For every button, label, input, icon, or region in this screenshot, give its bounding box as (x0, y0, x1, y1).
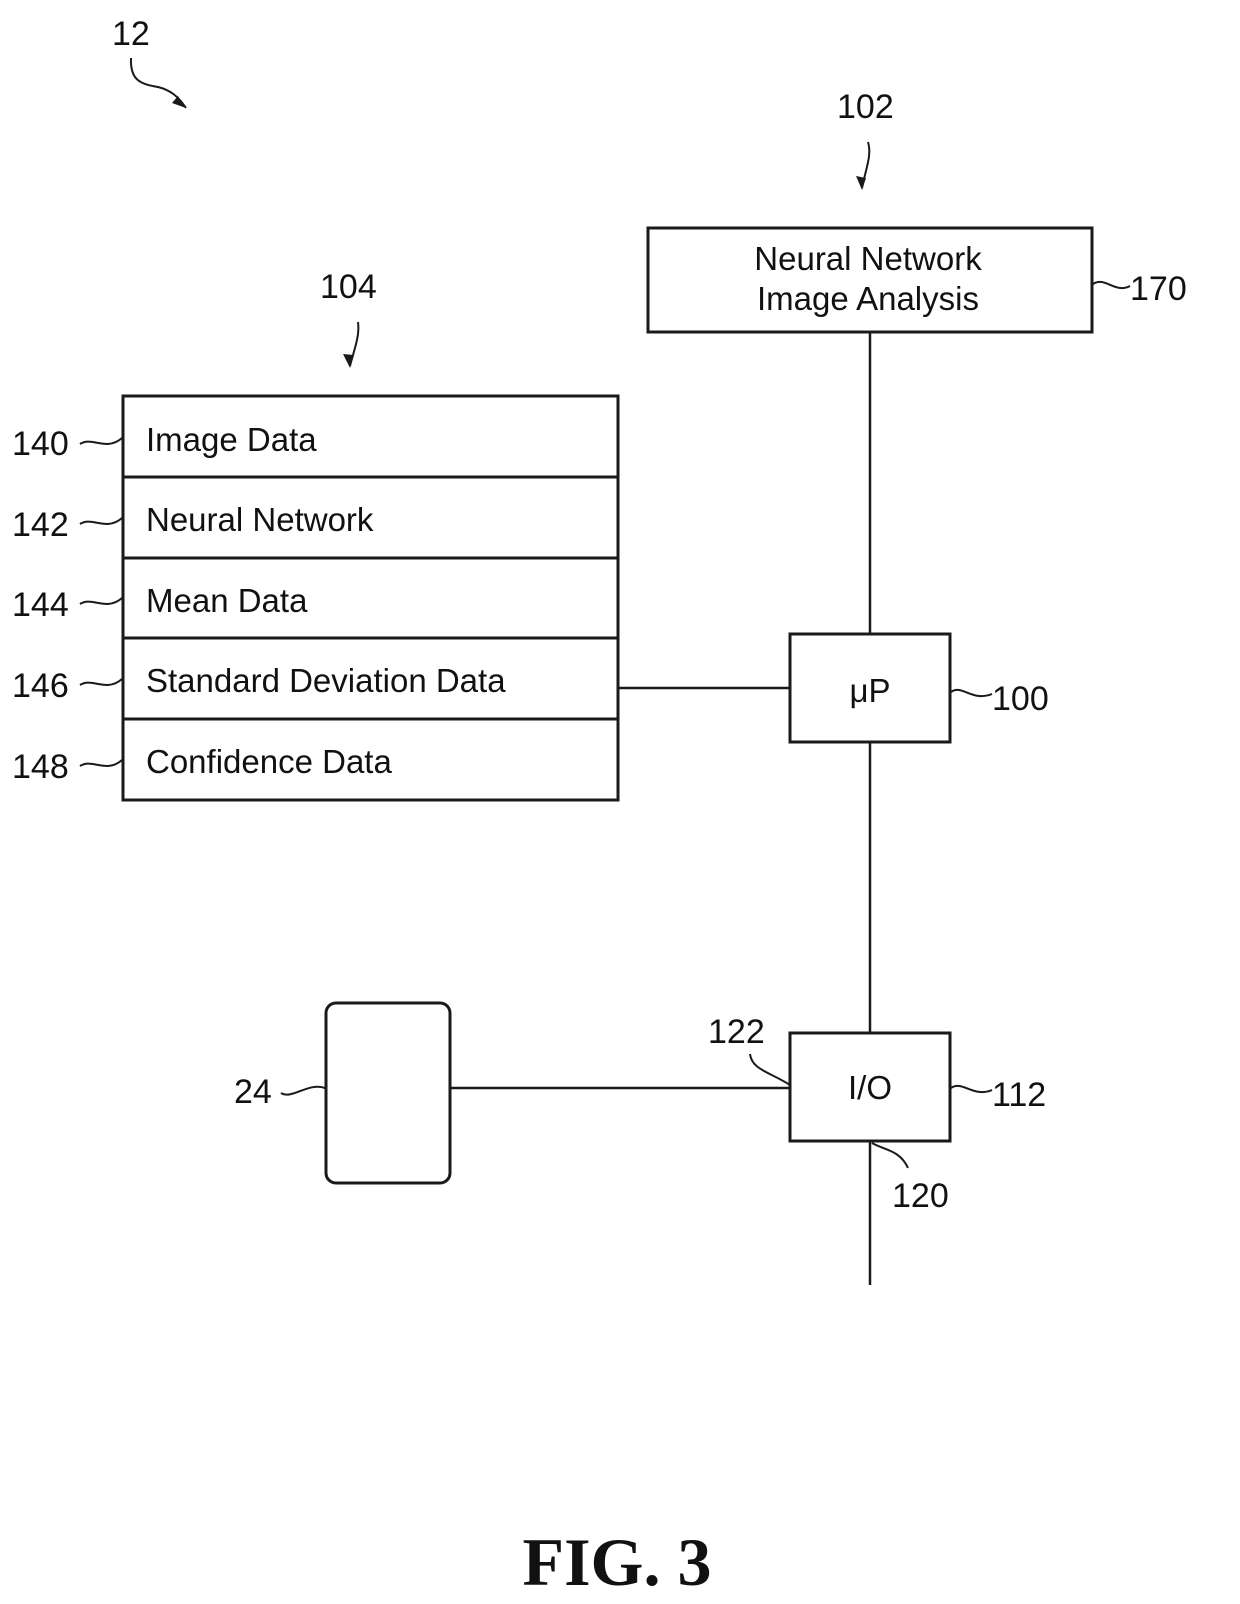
leader-142-icon (79, 517, 123, 525)
device-box (324, 1001, 452, 1185)
leader-144-icon (79, 597, 123, 605)
device-leader-icon (280, 1085, 326, 1096)
nn-module-ref-label: 102 (837, 88, 894, 126)
memory-row-ref-142: 142 (12, 506, 69, 544)
nn-box-title-line2: Image Analysis (757, 280, 979, 317)
processor-label: μP (849, 672, 890, 709)
nn-module-ref-arrowhead-icon (856, 176, 866, 190)
memory-row-ref-148: 148 (12, 748, 69, 786)
memory-row-mean-data: Mean Data (146, 582, 308, 619)
nn-box-leader-icon (1092, 281, 1131, 289)
memory-row-neural-network: Neural Network (146, 501, 374, 538)
memory-row-image-data: Image Data (146, 421, 317, 458)
processor-ref-label: 100 (992, 680, 1049, 718)
io-ref-label: 112 (992, 1076, 1046, 1114)
nn-image-analysis-box: Neural Network Image Analysis (646, 226, 1094, 334)
system-ref-arrowhead-icon (172, 96, 186, 108)
leader-140-icon (79, 437, 123, 445)
memory-table: Image Data Neural Network Mean Data Stan… (121, 394, 620, 802)
device-ref-label: 24 (234, 1073, 272, 1111)
memory-row-ref-146: 146 (12, 667, 69, 705)
leader-146-icon (79, 678, 123, 686)
io-bus-ref-label: 120 (892, 1177, 949, 1215)
leader-148-icon (79, 759, 123, 767)
figure-caption: FIG. 3 (523, 1524, 712, 1600)
memory-row-ref-140: 140 (12, 425, 69, 463)
nn-box-ref-label: 170 (1130, 270, 1187, 308)
processor-box: μP (788, 632, 952, 744)
io-input-leader-icon (749, 1053, 791, 1086)
diagram-canvas: 12 102 Neural Network Image Analysis 170… (12, 15, 1187, 1600)
io-box: I/O (788, 1031, 952, 1143)
io-label: I/O (848, 1069, 892, 1106)
memory-row-std-dev-data: Standard Deviation Data (146, 662, 506, 699)
memory-row-confidence-data: Confidence Data (146, 743, 392, 780)
processor-leader-icon (950, 689, 993, 697)
memory-ref-label: 104 (320, 268, 377, 306)
io-input-ref-label: 122 (708, 1013, 765, 1051)
io-leader-icon (950, 1085, 993, 1093)
nn-box-title-line1: Neural Network (754, 240, 982, 277)
io-bus-leader-icon (871, 1142, 909, 1169)
memory-row-ref-144: 144 (12, 586, 69, 624)
system-ref-label: 12 (112, 15, 150, 53)
